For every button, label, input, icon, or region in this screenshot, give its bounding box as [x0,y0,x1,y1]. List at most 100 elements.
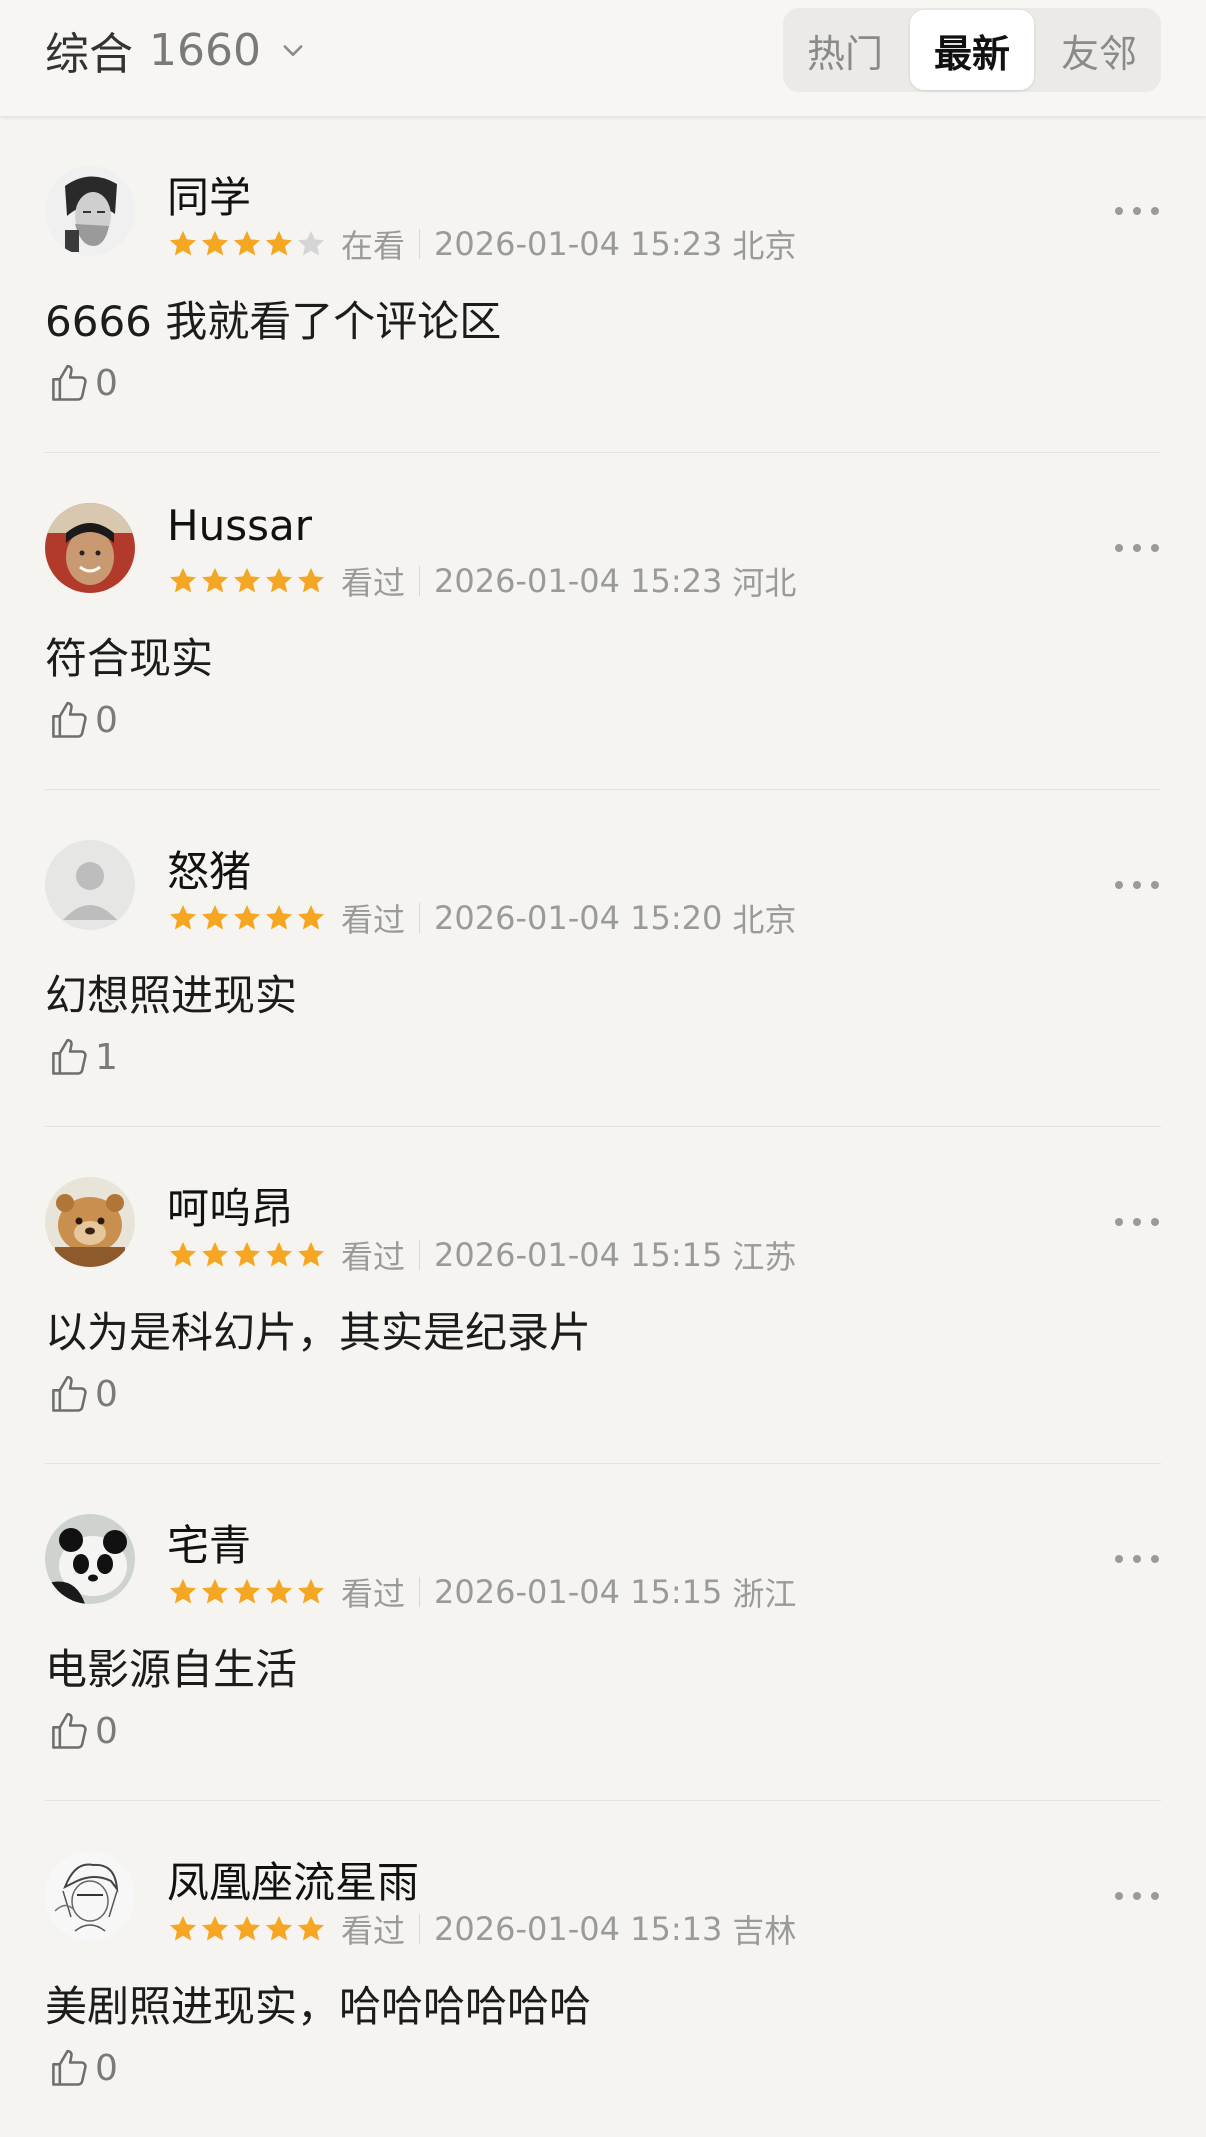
filter-label: 综合 [45,29,133,80]
sort-tabs: 热门 最新 友邻 [783,8,1161,92]
comment-item: 宅青 看过 2026-01-04 15:15 浙江 电影源自生活 0 [45,1464,1161,1801]
comment-item: 呵呜昂 看过 2026-01-04 15:15 江苏 以为是科幻片，其实是纪录片… [45,1127,1161,1464]
star-icon [297,567,325,593]
tab-hot[interactable]: 热门 [783,8,907,92]
sketch-character-avatar[interactable] [45,1851,135,1941]
username[interactable]: Hussar [167,501,312,550]
username[interactable]: 宅青 [167,1512,251,1573]
comment-text: 幻想照进现实 [45,971,298,1020]
like-button[interactable]: 0 [47,360,118,406]
star-icon [233,1915,261,1941]
divider [419,1914,421,1944]
comment-item: Hussar 看过 2026-01-04 15:23 河北 符合现实 0 [45,453,1161,790]
watch-status: 看过 [341,901,406,939]
comment-count: 1660 [149,24,261,76]
default-user-avatar[interactable] [45,840,135,930]
star-icon [297,230,325,256]
more-options-icon[interactable] [1115,196,1159,226]
comment-meta: 看过 2026-01-04 15:15 浙江 [167,1572,796,1613]
divider [419,229,421,259]
thumbs-up-icon [52,1375,87,1412]
star-icon [201,1578,229,1604]
like-count: 0 [95,362,118,404]
tab-latest[interactable]: 最新 [910,10,1034,90]
panda-avatar[interactable] [45,1514,135,1604]
star-icon [233,1578,261,1604]
rating-stars [167,1239,327,1271]
divider [419,903,421,933]
timestamp: 2026-01-04 15:15 [434,1573,723,1611]
comment-item: 同学 在看 2026-01-04 15:23 北京 6666 我就看了个评论区 … [45,116,1161,453]
star-icon [169,904,197,930]
like-button[interactable]: 0 [47,2045,118,2091]
comment-meta: 看过 2026-01-04 15:20 北京 [167,898,797,939]
timestamp: 2026-01-04 15:23 [434,562,723,600]
top-bar: 综合 1660 热门 最新 友邻 [0,0,1206,116]
star-icon [265,1578,293,1604]
watch-status: 看过 [341,1912,406,1950]
more-options-icon[interactable] [1115,870,1159,900]
comment-text: 以为是科幻片，其实是纪录片 [45,1308,592,1357]
rating-stars [167,902,327,934]
like-button[interactable]: 0 [47,1708,118,1754]
like-count: 0 [95,1710,118,1752]
divider [419,1240,421,1270]
timestamp: 2026-01-04 15:23 [434,225,723,263]
comment-item: 怒猪 看过 2026-01-04 15:20 北京 幻想照进现实 1 [45,790,1161,1127]
divider [419,566,421,596]
thumbs-up-icon [52,364,87,401]
like-count: 0 [95,1373,118,1415]
star-icon [201,230,229,256]
star-icon [265,230,293,256]
like-button[interactable]: 0 [47,697,118,743]
username[interactable]: 同学 [167,164,251,225]
username[interactable]: 凤凰座流星雨 [167,1849,419,1910]
username[interactable]: 怒猪 [167,838,251,899]
divider [419,1577,421,1607]
star-icon [297,1578,325,1604]
like-button[interactable]: 1 [47,1034,118,1080]
star-icon [265,1915,293,1941]
like-count: 1 [95,1036,118,1078]
portrait-man-avatar[interactable] [45,166,135,256]
star-icon [201,1915,229,1941]
star-icon [233,1241,261,1267]
location: 江苏 [732,1238,797,1276]
thumbs-up-icon [52,701,87,738]
rating-stars [167,1576,327,1608]
timestamp: 2026-01-04 15:13 [434,1910,723,1948]
star-icon [169,1915,197,1941]
more-options-icon[interactable] [1115,533,1159,563]
more-options-icon[interactable] [1115,1881,1159,1911]
tab-friends[interactable]: 友邻 [1037,8,1161,92]
star-icon [169,567,197,593]
rating-stars [167,228,327,260]
username[interactable]: 呵呜昂 [167,1175,293,1236]
location: 北京 [732,227,797,265]
like-button[interactable]: 0 [47,1371,118,1417]
comment-text: 电影源自生活 [45,1645,298,1694]
thumbs-up-icon [52,1038,87,1075]
location: 吉林 [732,1912,797,1950]
location: 河北 [732,564,797,602]
location: 北京 [732,901,797,939]
star-icon [169,1578,197,1604]
more-options-icon[interactable] [1115,1544,1159,1574]
watch-status: 看过 [341,1575,406,1613]
star-icon [169,230,197,256]
smiling-boy-avatar[interactable] [45,503,135,593]
watch-status: 看过 [341,564,406,602]
thumbs-up-icon [52,2049,87,2086]
comment-list: 同学 在看 2026-01-04 15:23 北京 6666 我就看了个评论区 … [0,116,1206,2137]
star-icon [297,1915,325,1941]
star-icon [233,230,261,256]
comment-text: 6666 我就看了个评论区 [45,297,502,346]
star-icon [265,567,293,593]
timestamp: 2026-01-04 15:20 [434,899,723,937]
star-icon [265,904,293,930]
star-icon [201,1241,229,1267]
lion-cub-avatar[interactable] [45,1177,135,1267]
filter-dropdown[interactable]: 综合 1660 [45,22,307,80]
more-options-icon[interactable] [1115,1207,1159,1237]
star-icon [265,1241,293,1267]
